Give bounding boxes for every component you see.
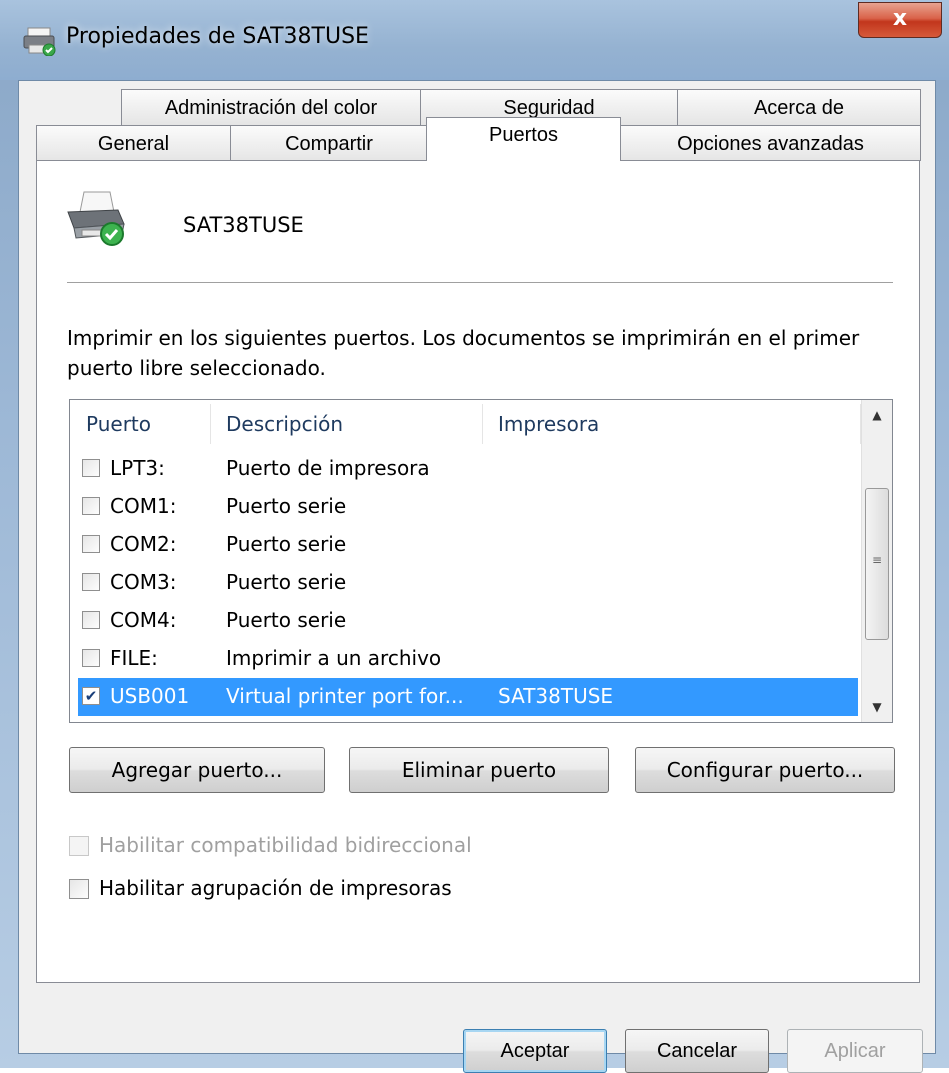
row-checkbox[interactable]: [82, 497, 100, 515]
row-description: Imprimir a un archivo: [226, 646, 442, 670]
row-checkbox[interactable]: [82, 649, 100, 667]
row-checkbox[interactable]: [82, 573, 100, 591]
printer-icon: [23, 27, 56, 56]
ports-list[interactable]: Puerto Descripción Impresora LPT3: Puert…: [69, 399, 893, 723]
scroll-down-icon[interactable]: ▼: [862, 692, 892, 722]
apply-button[interactable]: Aplicar: [787, 1029, 923, 1073]
ok-button[interactable]: Aceptar: [463, 1029, 607, 1073]
table-row[interactable]: LPT3: Puerto de impresora: [78, 450, 858, 488]
row-checkbox[interactable]: [82, 459, 100, 477]
row-port: COM1:: [110, 494, 177, 518]
add-port-button[interactable]: Agregar puerto...: [69, 747, 325, 793]
grip-icon: ≡: [871, 553, 883, 567]
bidirectional-label: Habilitar compatibilidad bidireccional: [99, 833, 472, 857]
row-description: Puerto serie: [226, 494, 347, 518]
scroll-up-icon[interactable]: ▲: [862, 400, 892, 430]
table-row[interactable]: COM4: Puerto serie: [78, 602, 858, 640]
scrollbar-thumb[interactable]: ≡: [865, 488, 889, 640]
table-row[interactable]: COM2: Puerto serie: [78, 526, 858, 564]
table-row[interactable]: FILE: Imprimir a un archivo: [78, 640, 858, 678]
close-icon: x: [892, 6, 908, 31]
ports-description: Imprimir en los siguientes puertos. Los …: [67, 326, 860, 380]
row-port: COM2:: [110, 532, 177, 556]
header-separator: [67, 282, 893, 283]
cancel-button[interactable]: Cancelar: [625, 1029, 769, 1073]
row-port: COM4:: [110, 608, 177, 632]
column-header-description[interactable]: Descripción: [226, 412, 343, 436]
tab-sharing[interactable]: Compartir: [230, 125, 428, 161]
bidirectional-checkbox[interactable]: [69, 836, 89, 856]
column-header-port[interactable]: Puerto: [86, 412, 151, 436]
delete-port-button[interactable]: Eliminar puerto: [349, 747, 609, 793]
table-row[interactable]: COM1: Puerto serie: [78, 488, 858, 526]
printer-pooling-checkbox[interactable]: [69, 879, 89, 899]
title-bar[interactable]: Propiedades de SAT38TUSE x: [0, 0, 949, 80]
row-description: Puerto serie: [226, 608, 347, 632]
row-port: LPT3:: [110, 456, 165, 480]
tab-general[interactable]: General: [36, 125, 231, 161]
printer-name: SAT38TUSE: [183, 213, 304, 237]
row-checkbox[interactable]: [82, 535, 100, 553]
row-printer: SAT38TUSE: [498, 684, 614, 708]
tab-color-management[interactable]: Administración del color: [121, 89, 421, 125]
vertical-scrollbar[interactable]: ▲ ≡ ▼: [861, 400, 892, 722]
dialog-window: Propiedades de SAT38TUSE x Administració…: [0, 0, 949, 1073]
row-description: Puerto de impresora: [226, 456, 430, 480]
close-button[interactable]: x: [858, 2, 942, 38]
tab-advanced[interactable]: Opciones avanzadas: [620, 125, 921, 161]
printer-pooling-label: Habilitar agrupación de impresoras: [99, 876, 452, 900]
row-checkbox[interactable]: [82, 611, 100, 629]
tab-ports[interactable]: Puertos: [426, 117, 621, 161]
column-header-printer[interactable]: Impresora: [498, 412, 599, 436]
row-port: FILE:: [110, 646, 158, 670]
row-description: Puerto serie: [226, 532, 347, 556]
row-description: Virtual printer port for...: [226, 684, 464, 708]
window-title: Propiedades de SAT38TUSE: [66, 24, 369, 49]
table-row-selected[interactable]: ✔ USB001 Virtual printer port for... SAT…: [78, 678, 858, 716]
configure-port-button[interactable]: Configurar puerto...: [635, 747, 895, 793]
row-port: USB001: [110, 684, 190, 708]
row-description: Puerto serie: [226, 570, 347, 594]
tab-about[interactable]: Acerca de: [677, 89, 921, 125]
printer-default-icon: [67, 191, 125, 246]
table-row[interactable]: COM3: Puerto serie: [78, 564, 858, 602]
column-divider[interactable]: [210, 404, 211, 444]
column-divider[interactable]: [482, 404, 483, 444]
row-checkbox-checked[interactable]: ✔: [82, 687, 100, 705]
row-port: COM3:: [110, 570, 177, 594]
dialog-client-area: Administración del color Seguridad Acerc…: [18, 80, 936, 1073]
